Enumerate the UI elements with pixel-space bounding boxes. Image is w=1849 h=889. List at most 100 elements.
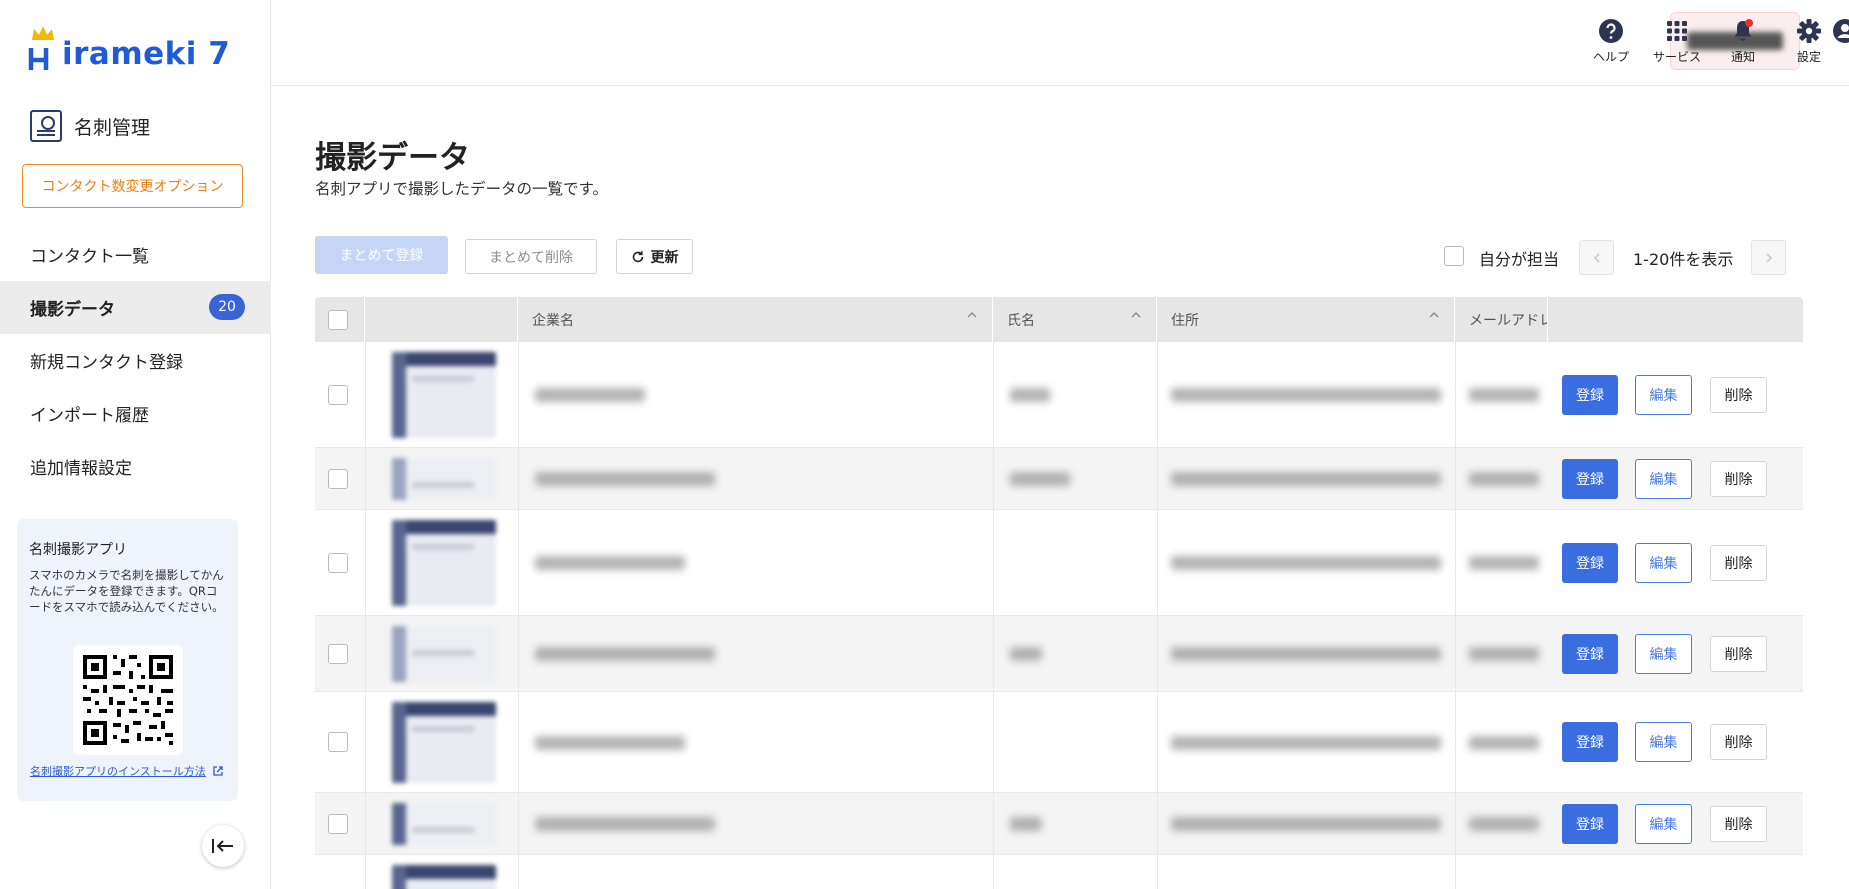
address-redacted	[1171, 388, 1441, 402]
logo-text: irameki 7	[62, 36, 231, 72]
delete-button[interactable]: 削除	[1710, 377, 1767, 413]
sidebar: irameki 7 名刺管理 コンタクト数変更オプション コンタクト一覧 撮影デ…	[0, 0, 271, 889]
row-checkbox[interactable]	[328, 384, 348, 405]
sidebar-item-label: 撮影データ	[30, 300, 115, 320]
bulk-delete-button[interactable]: まとめて削除	[465, 239, 597, 274]
card-thumbnail[interactable]	[392, 458, 496, 500]
table-row[interactable]	[315, 855, 1803, 889]
delete-button[interactable]: 削除	[1710, 545, 1767, 581]
external-link-icon	[213, 766, 223, 776]
prev-page-button[interactable]	[1579, 240, 1614, 275]
email-redacted	[1469, 736, 1539, 750]
refresh-label: 更新	[650, 249, 679, 266]
register-button[interactable]: 登録	[1562, 543, 1618, 583]
sidebar-item-label: 新規コンタクト登録	[30, 353, 183, 373]
notifications-label: 通知	[1730, 50, 1755, 64]
bulk-register-button[interactable]: まとめて登録	[315, 236, 448, 274]
sidebar-item-captured-data[interactable]: 撮影データ 20	[0, 281, 271, 334]
table-row[interactable]: 登録 編集 削除	[315, 793, 1803, 855]
delete-button[interactable]: 削除	[1710, 636, 1767, 672]
refresh-button[interactable]: 更新	[616, 239, 693, 274]
qr-code	[73, 645, 183, 755]
card-thumbnail[interactable]	[392, 803, 496, 845]
user-icon	[1833, 19, 1849, 43]
register-button[interactable]: 登録	[1562, 722, 1618, 762]
delete-button[interactable]: 削除	[1710, 806, 1767, 842]
email-redacted	[1469, 647, 1539, 661]
card-thumbnail[interactable]	[392, 352, 496, 438]
table-row[interactable]: 登録 編集 削除	[315, 692, 1803, 793]
th-email[interactable]: メールアドレ	[1455, 297, 1548, 342]
delete-button[interactable]: 削除	[1710, 461, 1767, 497]
services-label: サービス	[1652, 50, 1701, 64]
th-company-label: 企業名	[532, 312, 574, 329]
row-checkbox[interactable]	[328, 813, 348, 834]
contact-option-button[interactable]: コンタクト数変更オプション	[22, 164, 243, 208]
select-all-checkbox[interactable]	[328, 309, 348, 330]
th-name-label: 氏名	[1007, 312, 1035, 329]
collapse-sidebar-button[interactable]	[202, 825, 244, 867]
page-title: 撮影データ	[315, 140, 470, 176]
help-button[interactable]: ヘルプ	[1578, 18, 1644, 65]
crown-icon	[32, 26, 54, 40]
th-email-label: メールアドレ	[1469, 312, 1548, 329]
th-name[interactable]: 氏名	[993, 297, 1157, 342]
register-button[interactable]: 登録	[1562, 804, 1618, 844]
page-subtitle: 名刺アプリで撮影したデータの一覧です。	[315, 180, 608, 198]
th-company[interactable]: 企業名	[518, 297, 993, 342]
company-name-redacted	[535, 817, 715, 831]
card-thumbnail[interactable]	[392, 626, 496, 682]
table-header: 企業名 氏名 住所 メールアドレ	[315, 297, 1803, 342]
card-thumbnail[interactable]	[392, 865, 496, 889]
row-checkbox[interactable]	[328, 732, 348, 752]
sidebar-item-import-history[interactable]: インポート履歴	[0, 387, 271, 440]
delete-button[interactable]: 削除	[1710, 724, 1767, 760]
install-guide-link[interactable]: 名刺撮影アプリのインストール方法	[30, 763, 206, 779]
person-name-redacted	[1010, 472, 1070, 486]
company-name-redacted	[535, 647, 715, 661]
edit-button[interactable]: 編集	[1635, 543, 1692, 583]
table-row[interactable]: 登録 編集 削除	[315, 616, 1803, 692]
services-button[interactable]: サービス	[1644, 18, 1710, 65]
row-checkbox[interactable]	[328, 643, 348, 664]
card-thumbnail[interactable]	[392, 520, 496, 606]
sidebar-item-extra-settings[interactable]: 追加情報設定	[0, 440, 271, 493]
row-checkbox[interactable]	[328, 552, 348, 573]
register-button[interactable]: 登録	[1562, 459, 1618, 499]
sort-icon	[1131, 312, 1141, 318]
edit-button[interactable]: 編集	[1635, 634, 1692, 674]
app-title: 名刺管理	[30, 110, 150, 142]
notifications-button[interactable]: 通知	[1710, 18, 1776, 65]
help-label: ヘルプ	[1592, 50, 1629, 64]
sidebar-item-contacts[interactable]: コンタクト一覧	[0, 228, 271, 281]
sidebar-item-new-contact[interactable]: 新規コンタクト登録	[0, 334, 271, 387]
business-card-icon	[30, 110, 62, 142]
card-thumbnail[interactable]	[392, 702, 496, 783]
th-address[interactable]: 住所	[1157, 297, 1455, 342]
edit-button[interactable]: 編集	[1635, 804, 1692, 844]
table-row[interactable]: 登録 編集 削除	[315, 448, 1803, 510]
pagination-info: 1-20件を表示	[1633, 250, 1734, 269]
self-assigned-checkbox[interactable]	[1444, 246, 1464, 266]
chevron-right-icon	[1766, 253, 1772, 262]
th-image	[365, 297, 518, 342]
register-button[interactable]: 登録	[1562, 375, 1618, 415]
email-redacted	[1469, 817, 1539, 831]
row-checkbox[interactable]	[328, 468, 348, 489]
table-row[interactable]: 登録 編集 削除	[315, 510, 1803, 616]
edit-button[interactable]: 編集	[1635, 722, 1692, 762]
user-menu-button[interactable]	[1830, 18, 1849, 44]
edit-button[interactable]: 編集	[1635, 459, 1692, 499]
promo-text: スマホのカメラで名刺を撮影してかんたんにデータを登録できます。QRコードをスマホ…	[29, 568, 224, 614]
table-row[interactable]: 登録 編集 削除	[315, 342, 1803, 448]
company-name-redacted	[535, 472, 715, 486]
edit-button[interactable]: 編集	[1635, 375, 1692, 415]
address-redacted	[1171, 472, 1441, 486]
next-page-button[interactable]	[1751, 240, 1786, 275]
collapse-icon	[212, 839, 233, 853]
refresh-icon	[632, 250, 643, 262]
logo[interactable]: irameki 7	[28, 26, 231, 72]
register-button[interactable]: 登録	[1562, 634, 1618, 674]
person-name-redacted	[1010, 647, 1042, 661]
address-redacted	[1171, 736, 1441, 750]
